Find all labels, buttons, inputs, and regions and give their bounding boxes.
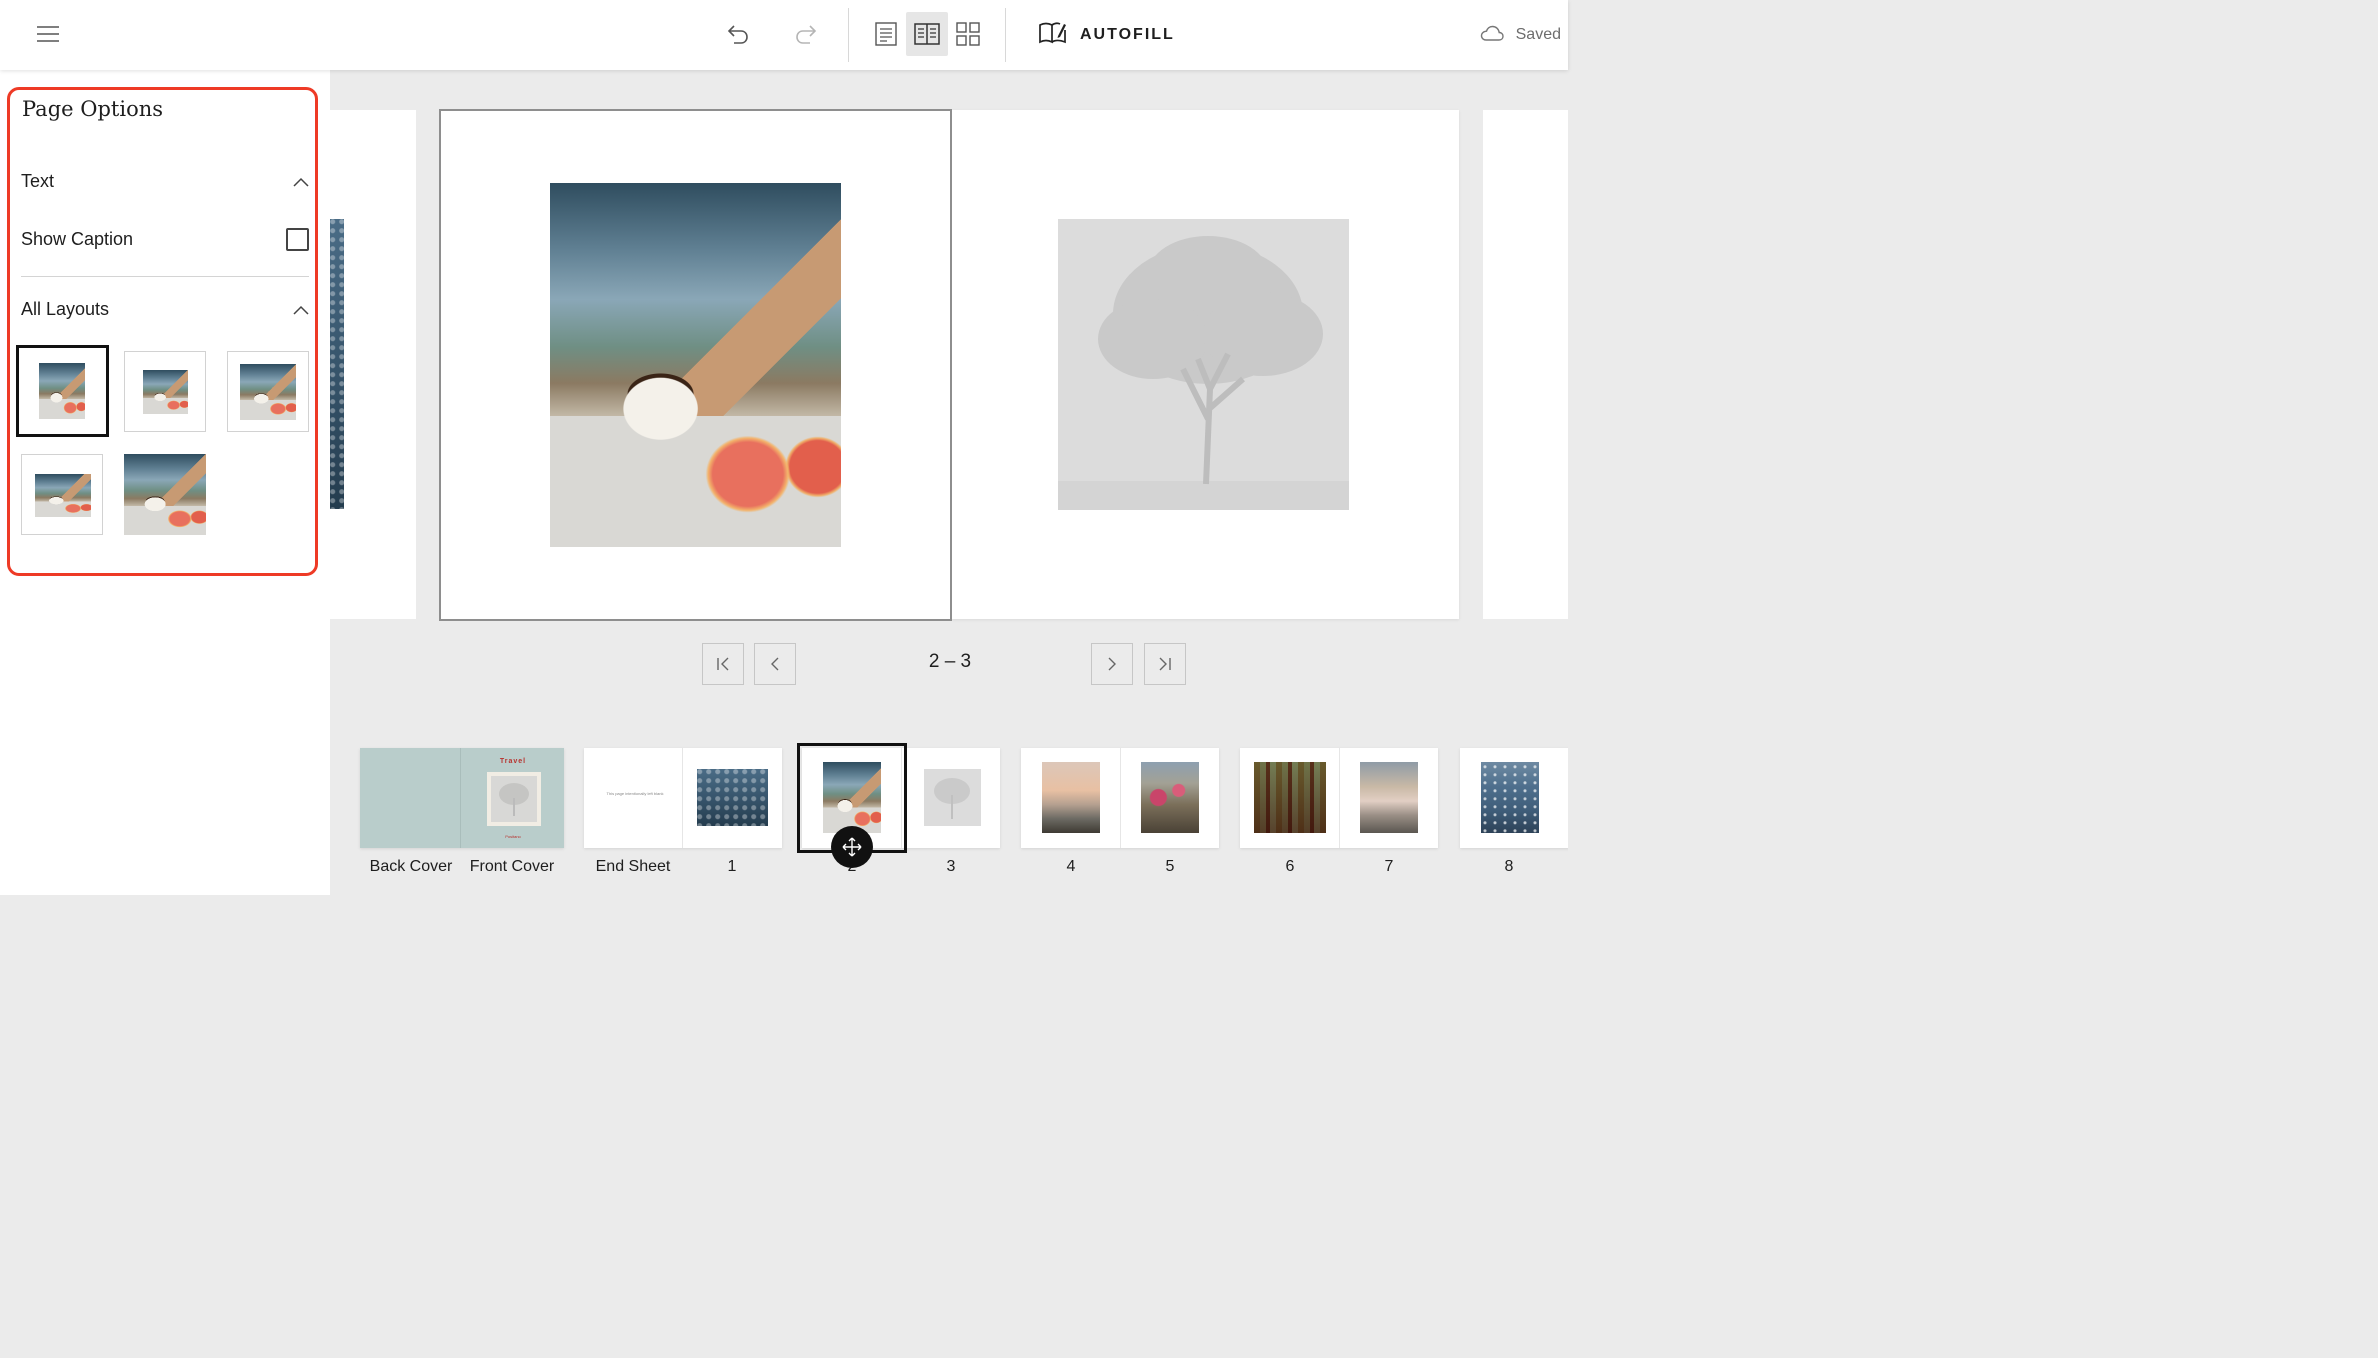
show-caption-label: Show Caption [21, 228, 134, 249]
page-3[interactable] [952, 110, 1459, 619]
thumbnail-label: 4 [1066, 858, 1076, 875]
cover-tree-photo [491, 776, 537, 822]
cover-title: Travel [499, 758, 527, 765]
top-toolbar: AUTOFILL Saved [0, 0, 1568, 70]
undo-icon[interactable] [718, 14, 758, 54]
toolbar-divider [848, 8, 849, 62]
page-2[interactable] [439, 109, 952, 621]
thumbnail-label: 1 [727, 858, 737, 875]
single-page-view-icon[interactable] [866, 14, 906, 54]
text-section-header[interactable]: Text [21, 167, 309, 195]
thumbnail-photo [1042, 762, 1100, 833]
show-caption-row: Show Caption [21, 225, 309, 253]
thumbnail-label: Front Cover [469, 858, 555, 875]
chevron-right-icon [1108, 657, 1116, 671]
thumbnail-label: End Sheet [595, 858, 671, 875]
thumbnail-label: 3 [946, 858, 956, 875]
section-divider [21, 276, 309, 277]
save-status: Saved [1480, 20, 1561, 50]
thumbnail-endsheet-1[interactable]: This page intentionally left blank [584, 748, 782, 848]
chevron-up-icon [293, 299, 309, 320]
page-options-box: Page Options Text Show Caption All Layou… [7, 87, 318, 576]
autofill-label: AUTOFILL [1080, 26, 1175, 43]
cover-photo-frame [487, 772, 541, 826]
autofill-button[interactable]: AUTOFILL [1038, 17, 1175, 53]
layout-thumbnail-photo [39, 363, 85, 419]
chevron-left-icon [771, 657, 779, 671]
page-photo-coffee[interactable] [550, 183, 841, 547]
layout-option-3[interactable] [227, 351, 309, 432]
skip-last-icon [1159, 657, 1171, 671]
all-layouts-section-header[interactable]: All Layouts [21, 295, 309, 323]
panel-title: Page Options [22, 97, 164, 121]
previous-spread-button[interactable] [754, 643, 796, 685]
chevron-up-icon [293, 171, 309, 192]
layout-option-4[interactable] [21, 454, 103, 535]
layout-option-5[interactable] [124, 454, 206, 535]
layout-thumbnail-photo [124, 454, 206, 535]
first-page-button[interactable] [702, 643, 744, 685]
spread-fold [1339, 748, 1340, 848]
thumbnail-photo [1141, 762, 1199, 833]
thumbnail-photo [1481, 762, 1539, 833]
redo-icon[interactable] [786, 14, 826, 54]
toolbar-divider [1005, 8, 1006, 62]
photo-placeholder[interactable] [1058, 219, 1349, 510]
book-pencil-icon [1038, 21, 1068, 50]
skip-first-icon [717, 657, 729, 671]
grid-view-icon[interactable] [948, 14, 988, 54]
cover-subtitle: Positano [505, 834, 521, 839]
thumbnail-label: 7 [1384, 858, 1394, 875]
thumbnail-placeholder [924, 769, 981, 826]
layout-thumbnail-photo [240, 364, 296, 420]
thumbnail-photo [1360, 762, 1418, 833]
endsheet-text: This page intentionally left blank [606, 791, 664, 796]
last-page-button[interactable] [1144, 643, 1186, 685]
thumbnail-spread-6-7[interactable] [1240, 748, 1438, 848]
saved-label: Saved [1515, 26, 1561, 43]
thumbnail-photo [697, 769, 768, 826]
layout-option-1[interactable] [16, 345, 109, 437]
next-page[interactable] [1483, 110, 1568, 619]
tree-placeholder-icon [1058, 236, 1349, 510]
layout-option-2[interactable] [124, 351, 206, 432]
thumbnail-label: Back Cover [369, 858, 453, 875]
cloud-icon [1480, 24, 1504, 47]
thumbnail-label: 6 [1285, 858, 1295, 875]
page-indicator: 2 – 3 [928, 651, 972, 672]
thumbnail-spread-8-9[interactable] [1460, 748, 1568, 848]
spread-fold [682, 748, 683, 848]
next-spread-button[interactable] [1091, 643, 1133, 685]
book-canvas: 2 – 3 Travel Positano This page intentio… [330, 70, 1568, 895]
show-caption-checkbox[interactable] [286, 227, 309, 251]
move-page-handle[interactable] [831, 826, 873, 868]
cover-spine [460, 748, 461, 848]
layout-thumbnail-photo [143, 370, 188, 414]
all-layouts-label: All Layouts [21, 298, 110, 319]
spread-view-icon[interactable] [906, 12, 948, 56]
hamburger-menu-icon[interactable] [28, 16, 68, 52]
spread-fold [1120, 748, 1121, 848]
layout-thumbnail-photo [35, 474, 91, 517]
thumbnail-label: 5 [1165, 858, 1175, 875]
text-section-label: Text [21, 170, 55, 191]
thumbnail-photo [1254, 762, 1326, 833]
thumbnail-label: 8 [1504, 858, 1514, 875]
thumbnail-cover[interactable]: Travel Positano [360, 748, 564, 848]
previous-page-photo [330, 219, 344, 509]
move-arrows-icon [842, 837, 862, 857]
page-options-panel: Page Options Text Show Caption All Layou… [0, 70, 330, 895]
thumbnail-spread-4-5[interactable] [1021, 748, 1219, 848]
